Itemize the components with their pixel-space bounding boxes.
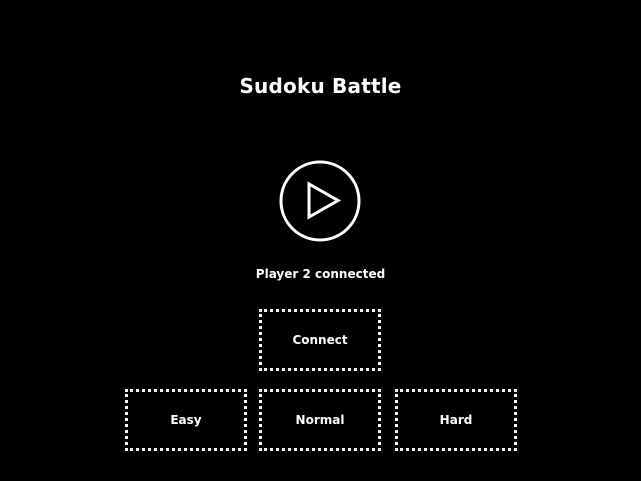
normal-button-label: Normal [295,413,345,427]
connect-button[interactable]: Connect [259,309,381,371]
play-icon [279,160,361,242]
easy-button-label: Easy [170,413,202,427]
hard-difficulty-button[interactable]: Hard [395,389,517,451]
game-title: Sudoku Battle [239,74,402,98]
connection-status: Player 2 connected [255,267,386,281]
connect-button-label: Connect [292,333,348,347]
play-button[interactable] [279,160,361,242]
normal-difficulty-button[interactable]: Normal [259,389,381,451]
easy-difficulty-button[interactable]: Easy [125,389,247,451]
hard-button-label: Hard [439,413,473,427]
